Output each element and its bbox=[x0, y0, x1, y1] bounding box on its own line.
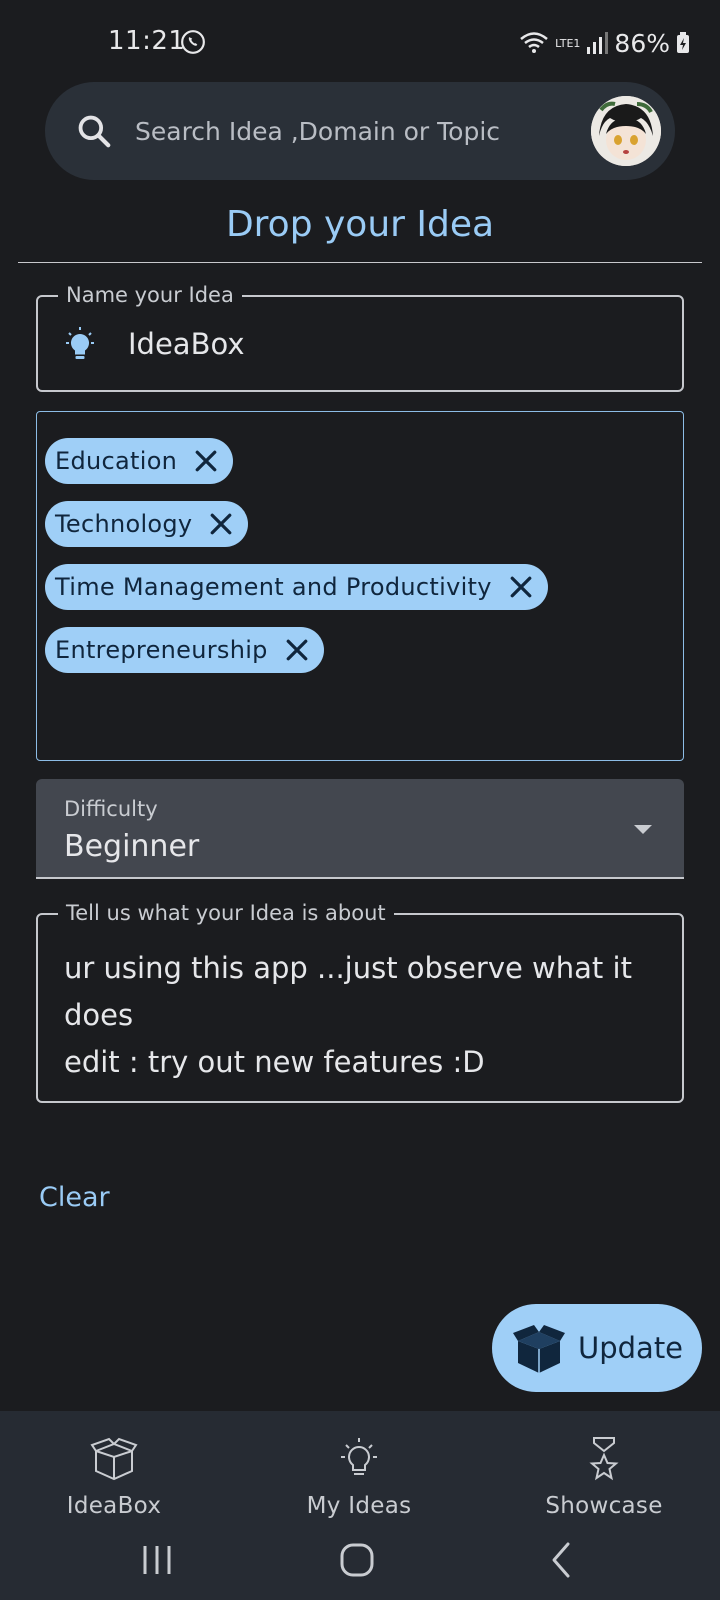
nav-label: Showcase bbox=[545, 1493, 663, 1519]
difficulty-value: Beginner bbox=[64, 829, 200, 864]
close-icon[interactable] bbox=[206, 509, 236, 539]
description-value[interactable]: ur using this app ...just observe what i… bbox=[64, 945, 664, 1086]
network-type: LTE1 bbox=[555, 36, 581, 50]
idea-name-value[interactable]: IdeaBox bbox=[128, 327, 244, 361]
box-icon bbox=[513, 1325, 565, 1373]
recent-apps-icon[interactable] bbox=[135, 1538, 179, 1582]
title-divider bbox=[18, 262, 702, 263]
tag-chip-education[interactable]: Education bbox=[45, 438, 234, 484]
whatsapp-icon bbox=[181, 30, 205, 54]
update-button[interactable]: Update bbox=[492, 1304, 702, 1392]
tags-field[interactable]: Education Technology Time Management and… bbox=[36, 411, 684, 761]
lightbulb-icon bbox=[66, 327, 94, 359]
box-icon bbox=[90, 1437, 138, 1481]
avatar[interactable] bbox=[591, 96, 661, 166]
back-icon[interactable] bbox=[540, 1538, 584, 1582]
search-input[interactable] bbox=[135, 104, 605, 158]
difficulty-select[interactable]: Difficulty Beginner bbox=[36, 779, 684, 879]
close-icon[interactable] bbox=[191, 446, 221, 476]
description-field[interactable]: Tell us what your Idea is about ur using… bbox=[36, 900, 684, 1103]
lightbulb-icon bbox=[341, 1438, 377, 1475]
home-icon[interactable] bbox=[335, 1538, 379, 1582]
tag-chip-time-management[interactable]: Time Management and Productivity bbox=[45, 564, 548, 610]
close-icon[interactable] bbox=[506, 572, 536, 602]
tag-chip-label: Entrepreneurship bbox=[55, 636, 268, 664]
nav-item-showcase[interactable]: Showcase bbox=[504, 1435, 704, 1519]
nav-item-my-ideas[interactable]: My Ideas bbox=[259, 1435, 459, 1519]
wifi-icon bbox=[520, 32, 548, 53]
system-nav-bar bbox=[0, 1530, 720, 1590]
search-bar[interactable] bbox=[45, 82, 675, 180]
idea-name-label: Name your Idea bbox=[58, 282, 242, 308]
tag-chip-label: Education bbox=[55, 447, 178, 475]
update-label: Update bbox=[578, 1331, 684, 1365]
tag-chip-label: Technology bbox=[55, 510, 193, 538]
status-bar: 11:21 LTE1 86% bbox=[0, 0, 720, 80]
battery-percent: 86% bbox=[614, 28, 670, 58]
tag-chip-label: Time Management and Productivity bbox=[55, 573, 492, 601]
trophy-icon bbox=[589, 1437, 619, 1481]
tag-chip-technology[interactable]: Technology bbox=[45, 501, 249, 547]
status-icons: LTE1 86% bbox=[519, 26, 690, 60]
nav-item-ideabox[interactable]: IdeaBox bbox=[14, 1435, 214, 1519]
difficulty-label: Difficulty bbox=[64, 797, 158, 821]
description-label: Tell us what your Idea is about bbox=[58, 900, 394, 926]
battery-icon bbox=[677, 32, 689, 53]
nav-label: My Ideas bbox=[306, 1493, 412, 1519]
nav-label: IdeaBox bbox=[66, 1493, 162, 1519]
signal-icon bbox=[587, 32, 609, 54]
chevron-down-icon[interactable] bbox=[632, 823, 654, 837]
idea-name-field[interactable]: Name your Idea IdeaBox bbox=[36, 282, 684, 392]
close-icon[interactable] bbox=[282, 635, 312, 665]
page-title: Drop your Idea bbox=[225, 204, 495, 245]
status-time: 11:21 bbox=[108, 26, 186, 56]
tag-chip-entrepreneurship[interactable]: Entrepreneurship bbox=[45, 627, 324, 673]
clear-button[interactable]: Clear bbox=[39, 1182, 110, 1213]
search-icon[interactable] bbox=[75, 112, 113, 150]
avatar-image bbox=[591, 96, 661, 166]
